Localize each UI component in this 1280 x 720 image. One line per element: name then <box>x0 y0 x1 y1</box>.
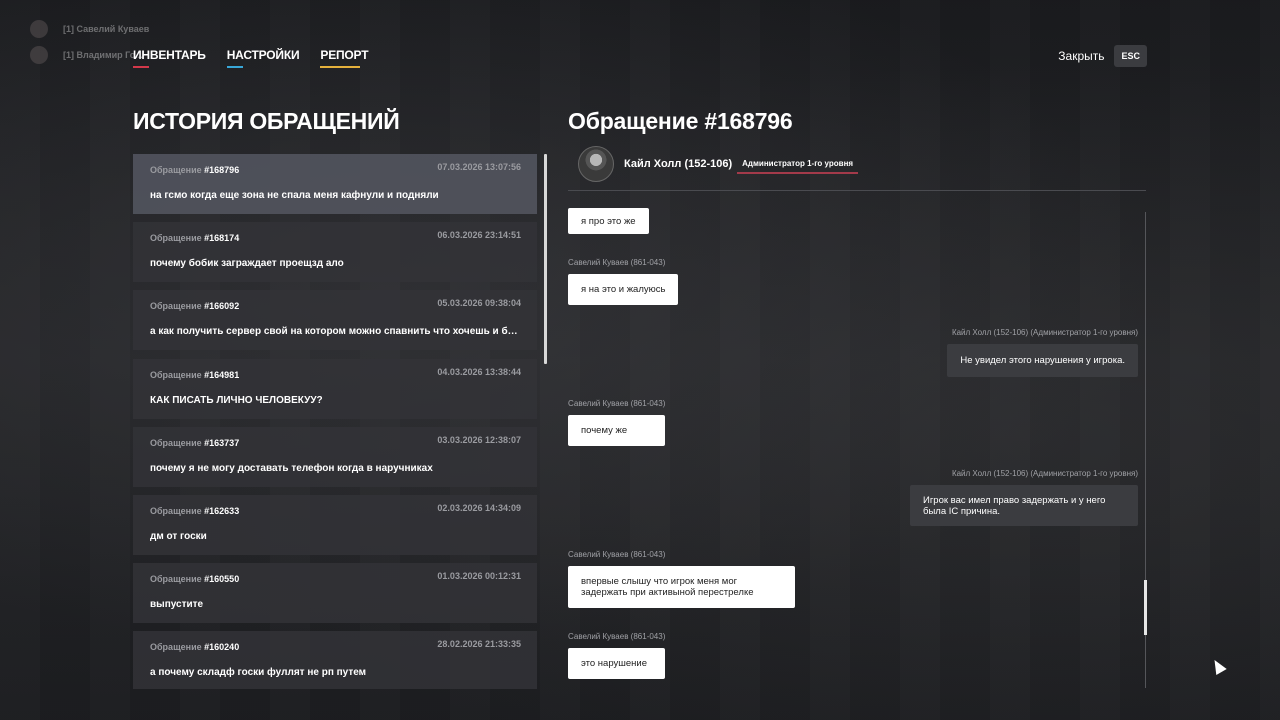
request-preview: а почему складф госки фуллят не рп путем <box>150 667 367 679</box>
message-bubble: Игрок вас имел право задержать и у него … <box>910 485 1138 526</box>
request-number: Обращение #160550 <box>150 574 239 584</box>
request-preview: почему бобик заграждает проещзд ало <box>150 258 344 270</box>
request-prefix: Обращение <box>150 369 202 380</box>
close-label: Закрыть <box>1058 49 1105 63</box>
message-bubble: я про это же <box>568 208 649 234</box>
game-chat-line: [1] Владимир Го... <box>30 42 149 68</box>
request-prefix: Обращение <box>150 574 202 585</box>
request-title: Обращение #168796 <box>568 108 793 134</box>
chat-messages: я про это же Савелий Куваев (861-043) я на… <box>568 208 1138 688</box>
admin-role-badge: Администратор 1-го уровня <box>737 158 859 174</box>
request-preview: дм от госки <box>150 530 207 542</box>
message-bubble: почему же <box>568 415 666 446</box>
request-prefix: Обращение <box>150 437 202 448</box>
tab-label: РЕПОРТ <box>320 48 369 62</box>
message-bubble: это нарушение <box>568 648 666 679</box>
history-item[interactable]: Обращение #166092 05.03.2026 09:38:04 а ка… <box>133 290 537 351</box>
message-author: Савелий Куваев (861-043) <box>568 399 666 408</box>
history-item[interactable]: Обращение #168174 06.03.2026 23:14:51 поче… <box>133 222 537 283</box>
user-message: я про это же <box>568 208 649 234</box>
avatar <box>30 20 48 38</box>
history-item[interactable]: Обращение #160240 28.02.2026 21:33:35 а по… <box>133 631 537 689</box>
message-author: Кайл Холл (152-106) (Администратор 1-го … <box>951 328 1138 337</box>
history-scrollbar[interactable] <box>544 154 547 364</box>
top-nav: ИНВЕНТАРЬ НАСТРОЙКИ РЕПОРТ <box>133 48 369 68</box>
game-chat-text: [1] Владимир Го... <box>63 50 143 60</box>
history-list: Обращение #168796 07.03.2026 13:07:56 на г… <box>133 154 537 689</box>
request-date: 02.03.2026 14:34:09 <box>437 502 521 513</box>
history-item[interactable]: Обращение #164981 04.03.2026 13:38:44 КАК … <box>133 358 537 419</box>
request-id: #162633 <box>204 505 240 516</box>
admin-info: Кайл Холл (152-106) Администратор 1-го у… <box>578 146 859 182</box>
request-id: #164981 <box>204 369 240 380</box>
request-id: #160240 <box>204 642 240 653</box>
history-item[interactable]: Обращение #162633 02.03.2026 14:34:09 дм о… <box>133 494 537 555</box>
request-prefix: Обращение <box>150 233 202 244</box>
user-message: Савелий Куваев (861-043) почему же <box>568 399 666 446</box>
history-item[interactable]: Обращение #168796 07.03.2026 13:07:56 на г… <box>133 154 537 214</box>
history-item[interactable]: Обращение #163737 03.03.2026 12:38:07 поче… <box>133 426 537 487</box>
history-item[interactable]: Обращение #160550 01.03.2026 00:12:31 выпу… <box>133 563 537 624</box>
request-date: 06.03.2026 23:14:51 <box>437 230 521 241</box>
tab-report[interactable]: РЕПОРТ <box>320 48 369 68</box>
request-preview: выпустите <box>150 599 204 611</box>
message-author: Савелий Куваев (861-043) <box>568 550 666 559</box>
esc-key-badge[interactable]: ESC <box>1114 45 1147 67</box>
request-number: Обращение #164981 <box>150 370 239 380</box>
request-number: Обращение #166092 <box>150 301 239 311</box>
admin-message: Кайл Холл (152-106) (Администратор 1-го … <box>947 328 1138 377</box>
request-preview: а как получить сервер свой на котором мо… <box>150 326 520 338</box>
request-date: 07.03.2026 13:07:56 <box>437 162 521 172</box>
admin-name: Кайл Холл (152-106) <box>624 158 733 170</box>
request-prefix: Обращение <box>150 642 202 653</box>
admin-message: Кайл Холл (152-106) (Администратор 1-го … <box>910 469 1138 526</box>
request-number: Обращение #163737 <box>150 438 239 448</box>
request-preview: почему я не могу доставать телефон когда… <box>150 462 433 474</box>
message-author: Кайл Холл (152-106) (Администратор 1-го … <box>951 469 1138 478</box>
message-author: Савелий Куваев (861-043) <box>568 632 666 641</box>
tab-settings[interactable]: НАСТРОЙКИ <box>226 48 300 68</box>
tab-underline <box>226 66 243 68</box>
user-message: Савелий Куваев (861-043) это нарушение <box>568 632 666 679</box>
chat-scrollbar[interactable] <box>1144 580 1147 635</box>
request-preview: на гсмо когда еще зона не спала меня каф… <box>150 190 439 201</box>
avatar <box>30 46 48 64</box>
game-chat-log: [1] Савелий Куваев [1] Владимир Го... <box>30 16 149 68</box>
message-bubble: я на это и жалуюсь <box>568 274 679 305</box>
tab-underline <box>133 66 149 68</box>
tab-label: НАСТРОЙКИ <box>226 48 300 62</box>
divider <box>568 190 1146 191</box>
request-number: Обращение #162633 <box>150 506 239 516</box>
game-chat-text: [1] Савелий Куваев <box>63 24 150 34</box>
request-prefix: Обращение <box>150 165 202 175</box>
close-button[interactable]: Закрыть ESC <box>1058 45 1147 67</box>
request-number: Обращение #168174 <box>150 233 239 243</box>
user-message: Савелий Куваев (861-043) я на это и жалую… <box>568 258 679 305</box>
admin-avatar <box>578 146 614 182</box>
tab-underline <box>320 66 361 68</box>
request-prefix: Обращение <box>150 301 202 312</box>
request-number: Обращение #160240 <box>150 642 239 652</box>
request-date: 01.03.2026 00:12:31 <box>437 571 521 582</box>
request-date: 05.03.2026 09:38:04 <box>437 298 521 309</box>
request-id: #166092 <box>204 301 240 312</box>
request-date: 28.02.2026 21:33:35 <box>437 639 521 650</box>
request-preview: КАК ПИСАТЬ ЛИЧНО ЧЕЛОВЕКУУ? <box>150 394 323 406</box>
request-id: #168796 <box>204 165 240 175</box>
game-chat-line: [1] Савелий Куваев <box>30 16 149 42</box>
user-message: Савелий Куваев (861-043) впервые слышу чт… <box>568 550 795 608</box>
message-author: Савелий Куваев (861-043) <box>568 258 666 267</box>
request-id: #168174 <box>204 233 240 244</box>
tab-label: ИНВЕНТАРЬ <box>133 48 206 62</box>
request-date: 03.03.2026 12:38:07 <box>437 434 521 445</box>
message-bubble: Не увидел этого нарушения у игрока. <box>947 344 1138 377</box>
request-date: 04.03.2026 13:38:44 <box>437 366 521 377</box>
request-id: #160550 <box>204 574 240 585</box>
history-title: ИСТОРИЯ ОБРАЩЕНИЙ <box>133 108 400 134</box>
tab-inventory[interactable]: ИНВЕНТАРЬ <box>133 48 206 68</box>
message-bubble: впервые слышу что игрок меня мог задержа… <box>568 566 795 608</box>
request-prefix: Обращение <box>150 505 202 516</box>
request-id: #163737 <box>204 437 240 448</box>
request-number: Обращение #168796 <box>150 165 239 175</box>
